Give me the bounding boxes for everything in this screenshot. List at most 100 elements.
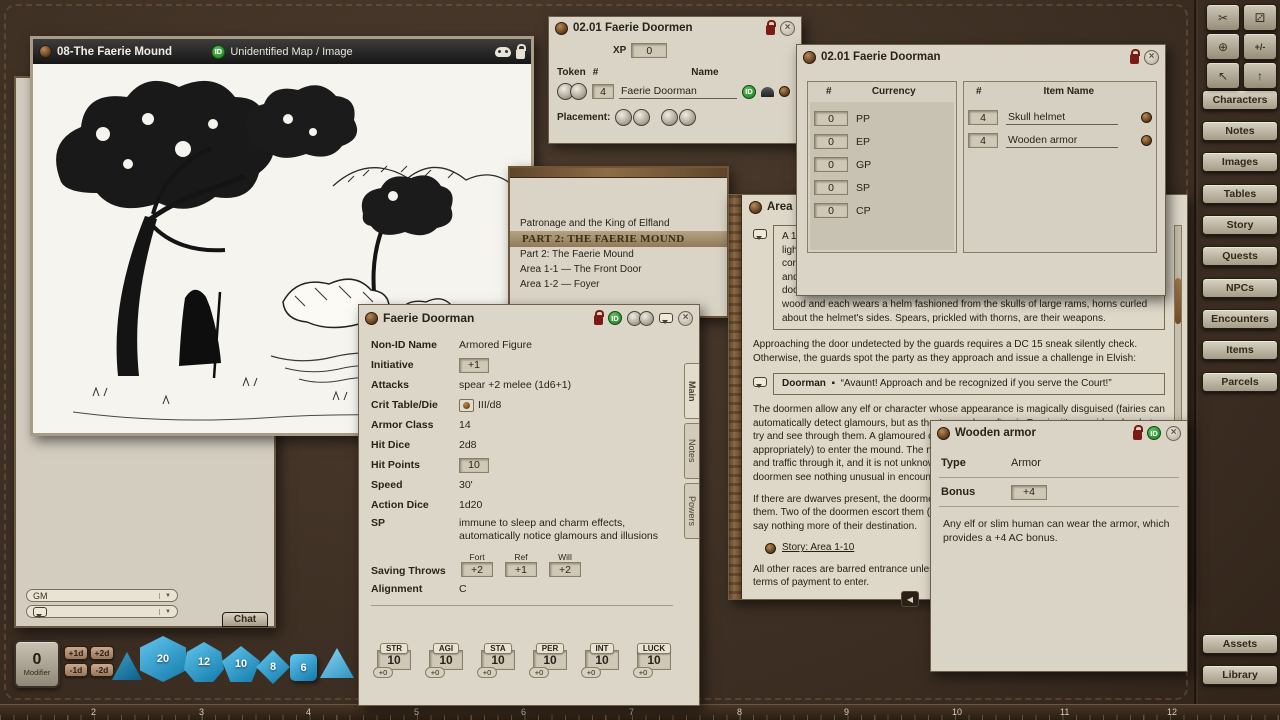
cut-tool-button[interactable]: ✂ [1206, 4, 1240, 31]
identify-icon[interactable]: ID [211, 45, 225, 59]
npc-token[interactable] [639, 311, 654, 326]
window-orb-icon[interactable] [365, 312, 378, 325]
die-d8[interactable]: 8 [256, 650, 290, 684]
bonus-value[interactable]: +4 [1011, 485, 1047, 500]
sidebar-item-story[interactable]: Story [1202, 215, 1278, 235]
item-qty[interactable]: 4 [968, 133, 998, 148]
story-nav-item[interactable]: Area 1-2 — Foyer [510, 277, 727, 292]
field-value[interactable]: 1d20 [459, 499, 482, 511]
dice-tower-button[interactable]: ⚂ [1243, 4, 1277, 31]
ability-mod[interactable]: +0 [581, 667, 601, 678]
currency-qty[interactable]: 0 [814, 180, 848, 195]
sidebar-item-images[interactable]: Images [1202, 152, 1278, 172]
item-name-link[interactable]: Skull helmet [1006, 111, 1118, 125]
identify-icon[interactable]: ID [1147, 426, 1161, 440]
currency-qty[interactable]: 0 [814, 134, 848, 149]
field-value[interactable]: III/d8 [478, 399, 501, 411]
xp-value[interactable]: 0 [631, 43, 667, 58]
placement-token[interactable] [661, 109, 678, 126]
minus-2d-button[interactable]: -2d [90, 663, 114, 677]
plus-1d-button[interactable]: +1d [64, 646, 88, 660]
speech-bubble-icon[interactable] [659, 313, 673, 323]
pin-icon[interactable] [766, 25, 775, 35]
npc-count-value[interactable]: 4 [592, 84, 614, 99]
radial-menu-button[interactable]: ⊕ [1206, 33, 1240, 60]
parcel-window-titlebar[interactable]: 02.01 Faerie Doorman × [797, 45, 1165, 69]
sidebar-item-assets[interactable]: Assets [1202, 634, 1278, 654]
record-orb-icon[interactable] [779, 86, 790, 97]
chat-mode-dropdown[interactable]: ▼ [26, 605, 178, 618]
field-value[interactable]: spear +2 melee (1d6+1) [459, 379, 571, 391]
ability-mod[interactable]: +0 [529, 667, 549, 678]
speaker-dropdown[interactable]: GM ▼ [26, 589, 178, 602]
field-value[interactable]: Armored Figure [459, 339, 532, 351]
close-icon[interactable]: × [678, 311, 693, 326]
npc-name-link[interactable]: Faerie Doorman [619, 85, 737, 99]
map-window-titlebar[interactable]: 08-The Faerie Mound ID Unidentified Map … [33, 39, 531, 64]
item-window-titlebar[interactable]: Wooden armor ID × [931, 421, 1187, 445]
ability-mod[interactable]: +0 [477, 667, 497, 678]
window-orb-icon[interactable] [555, 22, 568, 35]
record-orb-icon[interactable] [1141, 112, 1152, 123]
sidebar-item-items[interactable]: Items [1202, 340, 1278, 360]
pointer-tool-button[interactable]: ↖ [1206, 62, 1240, 89]
sidebar-item-encounters[interactable]: Encounters [1202, 309, 1278, 329]
tab-notes[interactable]: Notes [684, 423, 699, 479]
plus-2d-button[interactable]: +2d [90, 646, 114, 660]
field-value[interactable]: 2d8 [459, 439, 477, 451]
back-button[interactable]: ◀ [901, 591, 919, 607]
item-name-link[interactable]: Wooden armor [1006, 134, 1118, 148]
die-icon[interactable] [459, 399, 474, 412]
speech-bubble-icon[interactable] [753, 377, 767, 387]
npc-window-titlebar[interactable]: Faerie Doorman ID × [359, 305, 699, 331]
placement-token[interactable] [615, 109, 632, 126]
story-nav-item[interactable]: Patronage and the King of Elfland [510, 216, 727, 231]
special-value[interactable]: immune to sleep and charm effects, autom… [459, 517, 673, 543]
ability-mod[interactable]: +0 [373, 667, 393, 678]
window-orb-icon[interactable] [937, 427, 950, 440]
alignment-value[interactable]: C [459, 583, 467, 595]
pin-icon[interactable] [1133, 430, 1142, 440]
sidebar-item-npcs[interactable]: NPCs [1202, 278, 1278, 298]
die-d4-percentile[interactable] [320, 648, 354, 678]
close-icon[interactable]: × [1144, 50, 1159, 65]
placement-token[interactable] [679, 109, 696, 126]
pin-icon[interactable] [1130, 54, 1139, 64]
sidebar-item-quests[interactable]: Quests [1202, 246, 1278, 266]
die-d20[interactable]: 20 [140, 636, 186, 682]
save-value[interactable]: +2 [549, 562, 581, 577]
identify-icon[interactable]: ID [608, 311, 622, 325]
chat-tab[interactable]: Chat [222, 612, 268, 627]
modifier-stack-button[interactable]: +/- [1243, 33, 1277, 60]
tab-main[interactable]: Main [684, 363, 699, 419]
currency-qty[interactable]: 0 [814, 157, 848, 172]
minus-1d-button[interactable]: -1d [64, 663, 88, 677]
story-nav-item[interactable]: Part 2: The Faerie Mound [510, 247, 727, 262]
die-d6[interactable]: 6 [290, 654, 317, 681]
window-orb-icon[interactable] [803, 51, 816, 64]
initiative-value[interactable]: +1 [459, 358, 489, 373]
pin-icon[interactable] [594, 315, 603, 325]
lock-icon[interactable] [516, 49, 525, 59]
speech-bubble-icon[interactable] [753, 229, 767, 239]
die-d10[interactable]: 10 [222, 646, 260, 682]
player-view-icon[interactable] [495, 47, 511, 57]
ability-mod[interactable]: +0 [425, 667, 445, 678]
die-d12[interactable]: 12 [184, 642, 224, 682]
story-nav-item-selected[interactable]: PART 2: THE FAERIE MOUND [510, 231, 727, 247]
currency-qty[interactable]: 0 [814, 111, 848, 126]
collapse-ui-button[interactable]: ↑ [1243, 62, 1277, 89]
sidebar-item-parcels[interactable]: Parcels [1202, 372, 1278, 392]
save-value[interactable]: +2 [461, 562, 493, 577]
close-icon[interactable]: × [1166, 426, 1181, 441]
sidebar-item-tables[interactable]: Tables [1202, 184, 1278, 204]
sidebar-item-notes[interactable]: Notes [1202, 121, 1278, 141]
ability-mod[interactable]: +0 [633, 667, 653, 678]
hit-points-value[interactable]: 10 [459, 458, 489, 473]
story-nav-item[interactable]: Area 1-1 — The Front Door [510, 262, 727, 277]
identify-icon[interactable]: ID [742, 85, 756, 99]
modifier-box[interactable]: 0 Modifier [14, 640, 60, 688]
placement-token[interactable] [633, 109, 650, 126]
record-orb-icon[interactable] [1141, 135, 1152, 146]
type-value[interactable]: Armor [1011, 457, 1041, 469]
